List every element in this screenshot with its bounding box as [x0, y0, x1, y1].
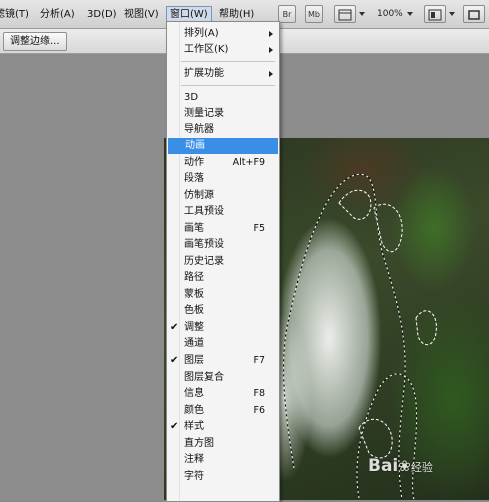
menu-item-label: 字符 [184, 471, 204, 482]
menu-item-paths[interactable]: 路径 [167, 270, 279, 286]
bridge-button[interactable]: Br [278, 5, 296, 23]
menu-item-adjustments[interactable]: ✔ 调整 [167, 320, 279, 336]
menu-item-notes[interactable]: 注释 [167, 452, 279, 468]
menu-item-paragraph[interactable]: 段落 [167, 171, 279, 187]
menu-item-shortcut: F7 [253, 355, 265, 366]
grid-icon [338, 9, 352, 21]
menu-item-color[interactable]: 颜色 F6 [167, 403, 279, 419]
screen-mode-icon [468, 10, 480, 20]
arrange-dropdown-icon[interactable] [449, 12, 455, 16]
menu-item-character[interactable]: 字符 [167, 469, 279, 485]
menu-item-label: 样式 [184, 421, 204, 432]
menu-item-layer-comps[interactable]: 图层复合 [167, 370, 279, 386]
menu-item-histogram[interactable]: 直方图 [167, 436, 279, 452]
menu-item-label: 色板 [184, 305, 204, 316]
menu-item-label: 画笔 [184, 223, 204, 234]
menu-item-styles[interactable]: ✔ 样式 [167, 419, 279, 435]
menu-item-swatches[interactable]: 色板 [167, 303, 279, 319]
watermark-suffix: 经验 [410, 461, 433, 474]
menu-item-label: 蒙板 [184, 289, 204, 300]
menu-item-label: 路径 [184, 272, 204, 283]
submenu-arrow-icon [269, 31, 273, 37]
menu-3d[interactable]: 3D(D) [84, 7, 120, 22]
zoom-dropdown-icon[interactable] [407, 12, 413, 16]
menu-item-masks[interactable]: 蒙板 [167, 287, 279, 303]
menu-item-3d[interactable]: 3D [167, 90, 279, 106]
adjust-edge-button[interactable]: 调整边缘... [3, 32, 67, 51]
paw-icon: ❀ [398, 457, 411, 475]
menu-separator [181, 61, 275, 62]
menu-item-workspace-label: 工作区(K) [184, 44, 229, 55]
menu-item-animation[interactable]: 动画 [168, 138, 278, 154]
menu-item-label: 历史记录 [184, 256, 224, 267]
menu-item-label: 段落 [184, 173, 204, 184]
submenu-arrow-icon [269, 71, 273, 77]
menu-item-measurement-log[interactable]: 测量记录 [167, 106, 279, 122]
menu-view[interactable]: 视图(V) [121, 7, 162, 22]
menu-separator [181, 85, 275, 86]
menu-item-brush-presets[interactable]: 画笔预设 [167, 237, 279, 253]
menu-item-label: 调整 [184, 322, 204, 333]
menu-item-info[interactable]: 信息 F8 [167, 386, 279, 402]
menu-item-label: 注释 [184, 454, 204, 465]
menu-item-history[interactable]: 历史记录 [167, 254, 279, 270]
menu-item-channels[interactable]: 通道 [167, 336, 279, 352]
arrange-icon [428, 9, 442, 21]
menu-item-label: 动作 [184, 157, 204, 168]
menu-item-shortcut: F6 [253, 405, 265, 416]
zoom-level[interactable]: 100% [377, 9, 403, 19]
menu-item-label: 仿制源 [184, 190, 214, 201]
menu-item-label: 颜色 [184, 405, 204, 416]
menu-filter[interactable]: 滤镜(T) [0, 7, 32, 22]
menu-item-clone-source[interactable]: 仿制源 [167, 188, 279, 204]
menu-item-label: 信息 [184, 388, 204, 399]
menu-item-shortcut: F8 [253, 388, 265, 399]
view-extras-dropdown-icon[interactable] [359, 12, 365, 16]
menu-item-layers[interactable]: ✔ 图层 F7 [167, 353, 279, 369]
menu-item-label: 动画 [185, 140, 205, 151]
menu-item-arrange-label: 排列(A) [184, 28, 219, 39]
window-menu-dropdown: 排列(A) 工作区(K) 扩展功能 3D 测量记录 导航器 动画 动作 Alt+F… [166, 21, 280, 502]
menu-help[interactable]: 帮助(H) [216, 7, 257, 22]
menu-item-label: 通道 [184, 338, 204, 349]
check-icon: ✔ [170, 355, 179, 366]
view-extras-button[interactable] [334, 5, 356, 23]
menu-item-label: 画笔预设 [184, 239, 224, 250]
menu-item-shortcut: F5 [253, 223, 265, 234]
menu-analysis[interactable]: 分析(A) [37, 7, 78, 22]
menu-item-label: 图层复合 [184, 372, 224, 383]
menu-item-label: 直方图 [184, 438, 214, 449]
baidu-watermark: Bai❀经验 [368, 456, 433, 476]
menu-item-workspace[interactable]: 工作区(K) [167, 42, 279, 58]
menu-item-label: 图层 [184, 355, 204, 366]
menu-item-actions[interactable]: 动作 Alt+F9 [167, 155, 279, 171]
menu-item-tool-presets[interactable]: 工具预设 [167, 204, 279, 220]
mini-bridge-button[interactable]: Mb [305, 5, 323, 23]
watermark-text: Bai [368, 456, 399, 476]
menu-item-arrange[interactable]: 排列(A) [167, 26, 279, 42]
menu-item-label: 测量记录 [184, 108, 224, 119]
menu-item-extensions[interactable]: 扩展功能 [167, 66, 279, 82]
menu-item-brush[interactable]: 画笔 F5 [167, 221, 279, 237]
arrange-documents-button[interactable] [424, 5, 446, 23]
menu-item-label: 3D [184, 92, 199, 103]
menu-item-label: 导航器 [184, 124, 214, 135]
check-icon: ✔ [170, 421, 179, 432]
menu-item-label: 工具预设 [184, 206, 224, 217]
menu-item-shortcut: Alt+F9 [232, 157, 265, 168]
check-icon: ✔ [170, 322, 179, 333]
submenu-arrow-icon [269, 47, 273, 53]
screen-mode-button[interactable] [463, 5, 485, 23]
menu-item-navigator[interactable]: 导航器 [167, 122, 279, 138]
menu-item-extensions-label: 扩展功能 [184, 68, 224, 79]
